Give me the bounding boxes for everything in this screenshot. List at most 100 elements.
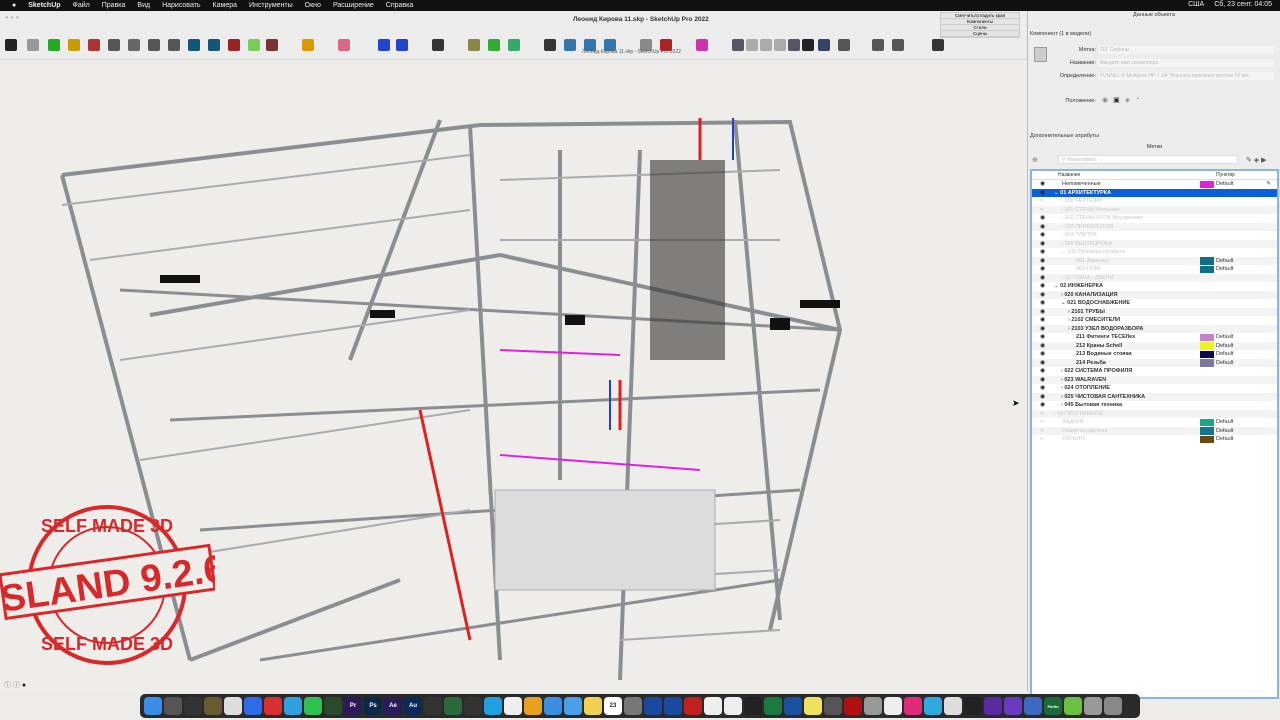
style-icon[interactable] (760, 39, 772, 51)
app-icon[interactable] (924, 697, 942, 715)
tag-row[interactable]: ◉ › 022 СИСТЕМА ПРОФИЛЯ (1032, 367, 1277, 376)
app-icon[interactable] (884, 697, 902, 715)
app-icon[interactable] (964, 697, 982, 715)
tag-row[interactable]: ◉ › 2103 УЗЕЛ ВОДОРАЗБОРА (1032, 324, 1277, 334)
paint-icon[interactable] (228, 39, 240, 51)
color-wheel-icon[interactable] (248, 39, 260, 51)
tag-row[interactable]: ○ ЗАДНИК Default (1032, 418, 1277, 427)
hide-icon[interactable]: ◉ (1102, 96, 1108, 104)
component-icon[interactable] (168, 39, 180, 51)
mail-icon[interactable] (564, 697, 582, 715)
material-icon[interactable] (27, 39, 39, 51)
tag-select[interactable]: 207 Сифоны (1098, 46, 1274, 54)
visible-eye-icon[interactable]: ◉ (1040, 265, 1045, 274)
tag-tools-icon[interactable]: ✎ ◈ ▶ (1246, 156, 1267, 164)
pencil-icon[interactable]: ✎ (1266, 180, 1271, 189)
model-viewport[interactable]: ISLAND 9.2.6 SELF MADE 3D SELF MADE 3D ⓘ… (0, 60, 1027, 692)
style-icon[interactable] (802, 39, 814, 51)
layers-icon[interactable] (696, 39, 708, 51)
calculator-icon[interactable] (824, 697, 842, 715)
photoshop-icon[interactable]: Ps (364, 697, 382, 715)
visible-eye-icon[interactable]: ◉ (1040, 367, 1045, 376)
tag-dash[interactable]: Default (1216, 435, 1233, 444)
box-icon[interactable] (302, 39, 314, 51)
audition-icon[interactable]: Au (404, 697, 422, 715)
tag-row[interactable]: ○ › 99 ПРОГРАМНОЕ (1032, 409, 1277, 418)
menu-1[interactable]: Правка (102, 2, 126, 9)
tag-row[interactable]: ◉ ⌄ 01 АРХИТЕКТУРКА (1032, 188, 1277, 197)
settings-icon[interactable] (624, 697, 642, 715)
tag-color-swatch[interactable] (1200, 350, 1214, 358)
visible-eye-icon[interactable]: ◉ (1040, 316, 1045, 325)
menu-4[interactable]: Камера (213, 2, 237, 9)
tag-row[interactable]: ◉ › 024 ОТОПЛЕНИЕ (1032, 384, 1277, 393)
globe-icon[interactable] (508, 39, 520, 51)
notes-icon[interactable] (584, 697, 602, 715)
tag-row[interactable]: ◉ › 2102 СМЕСИТЕЛИ (1032, 316, 1277, 325)
menu-3[interactable]: Нарисовать (162, 2, 200, 9)
trash-icon[interactable] (1104, 697, 1122, 715)
window-controls[interactable]: ● ● ● (5, 15, 19, 21)
color-icon[interactable] (488, 39, 500, 51)
app-icon[interactable] (944, 697, 962, 715)
visible-eye-icon[interactable]: ◉ (1040, 325, 1045, 334)
tag-dash[interactable]: Default (1216, 180, 1233, 189)
col-dash-header[interactable]: Пунктир (1216, 171, 1235, 180)
definition-input[interactable]: FUNNEL-K McAlpine HP 1 1/4" Воронка прие… (1098, 72, 1274, 80)
tag-color-swatch[interactable] (1200, 333, 1214, 341)
tag-row[interactable]: ◉ 213 Водяные стояки Default (1032, 350, 1277, 359)
component-icon[interactable] (108, 39, 120, 51)
add-tag-icon[interactable]: ⊕ (1032, 156, 1038, 164)
word-icon[interactable] (784, 697, 802, 715)
tag-row[interactable]: ◉ › 2101 ТРУБЫ (1032, 307, 1277, 316)
view-icon[interactable] (564, 39, 576, 51)
hidden-eye-icon[interactable]: ○ (1040, 435, 1044, 444)
zoom-icon[interactable] (244, 697, 262, 715)
app-icon[interactable] (1024, 697, 1042, 715)
after-effects-icon[interactable]: Ae (384, 697, 402, 715)
style-icon[interactable] (818, 39, 830, 51)
instance-name-input[interactable]: Введите имя экземпляра (1098, 59, 1274, 67)
app-icon[interactable] (664, 697, 682, 715)
style-icon[interactable] (746, 39, 758, 51)
app-icon[interactable] (1064, 697, 1082, 715)
axis-icon[interactable] (378, 39, 390, 51)
clock[interactable]: Сб, 23 сент. 04:05 (1214, 1, 1272, 8)
compass-icon[interactable] (266, 39, 278, 51)
tag-row[interactable]: ◉ › 107 ОКНА / ДВЕРИ (1032, 273, 1277, 283)
entity-info-icon[interactable] (68, 39, 80, 51)
visible-eye-icon[interactable]: ◉ (1040, 359, 1045, 368)
tag-row[interactable]: ◉ 212 Краны Schell Default (1032, 341, 1277, 350)
launchpad-icon[interactable] (164, 697, 182, 715)
shadow-icon[interactable]: ◈ (1125, 96, 1130, 104)
component-icon[interactable] (208, 39, 220, 51)
visible-eye-icon[interactable]: ◉ (1040, 299, 1045, 308)
visible-eye-icon[interactable]: ◉ (1040, 240, 1045, 249)
tag-row[interactable]: ◉ › 102 СТЕНЫ БЛОК Внутренние (1032, 214, 1277, 223)
tag-row[interactable]: ◉ 062 ГКЛВ Default (1032, 265, 1277, 274)
visible-eye-icon[interactable]: ◉ (1040, 274, 1045, 283)
telegram-icon[interactable] (284, 697, 302, 715)
chrome-icon[interactable] (524, 697, 542, 715)
tag-filter-input[interactable]: ⚲ Фильтровать (1058, 155, 1238, 164)
app-icon[interactable] (644, 697, 662, 715)
final-cut-icon[interactable] (424, 697, 442, 715)
tag-row[interactable]: ◉ ⌄ 02 ИНЖЕНЕРКА (1032, 282, 1277, 291)
text-icon[interactable] (892, 39, 904, 51)
play-icon[interactable] (48, 39, 60, 51)
acrobat-icon[interactable] (844, 697, 862, 715)
safari-icon[interactable] (544, 697, 562, 715)
app-icon[interactable] (444, 697, 462, 715)
tag-dash[interactable]: Default (1216, 265, 1233, 274)
tag-color-swatch[interactable] (1200, 418, 1214, 426)
tag-row[interactable]: ◉ › 104 ПЛИТКА (1032, 231, 1277, 240)
tag-color-swatch[interactable] (1200, 342, 1214, 350)
lock-icon[interactable]: ▣ (1113, 96, 1120, 104)
tag-row[interactable]: ◉ › 023 WALRAVEN (1032, 375, 1277, 384)
visible-eye-icon[interactable]: ◉ (1040, 350, 1045, 359)
folder-icon[interactable] (1084, 697, 1102, 715)
input-source[interactable]: США (1188, 1, 1204, 8)
tag-color-swatch[interactable] (1200, 427, 1214, 435)
receive-shadow-icon[interactable]: ◔ (1135, 96, 1139, 104)
visible-eye-icon[interactable]: ◉ (1040, 282, 1045, 291)
